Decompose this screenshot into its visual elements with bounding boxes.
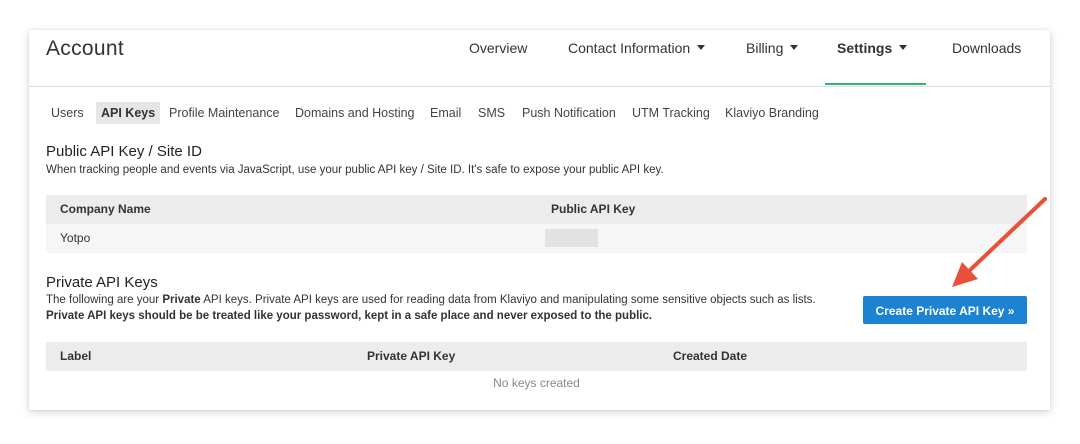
subnav-push-notification[interactable]: Push Notification [517, 102, 621, 124]
private-key-warning: Private API keys should be be treated li… [46, 310, 653, 322]
chevron-down-icon [899, 44, 908, 50]
public-key-table-header: Company Name Public API Key [46, 195, 1027, 224]
subnav-domains-and-hosting[interactable]: Domains and Hosting [290, 102, 420, 124]
subnav-api-keys[interactable]: API Keys [96, 102, 161, 124]
description-text: API keys. Private API keys are used for … [200, 294, 816, 306]
private-api-keys-title: Private API Keys [46, 274, 158, 291]
chevron-down-icon [697, 44, 706, 50]
subnav-profile-maintenance[interactable]: Profile Maintenance [164, 102, 284, 124]
account-settings-card: Account Overview Contact Information Bil… [29, 30, 1050, 410]
subnav-utm-tracking[interactable]: UTM Tracking [627, 102, 715, 124]
nav-billing-label: Billing [746, 40, 784, 56]
nav-billing[interactable]: Billing [746, 30, 799, 86]
create-private-api-key-button[interactable]: Create Private API Key » [863, 296, 1027, 324]
subnav-klaviyo-branding[interactable]: Klaviyo Branding [720, 102, 824, 124]
private-api-keys-description: The following are your Private API keys.… [46, 292, 866, 324]
description-emphasis: Private [162, 294, 201, 306]
nav-contact-information-label: Contact Information [568, 40, 691, 56]
company-name-cell: Yotpo [60, 231, 91, 245]
column-label: Label [60, 349, 92, 363]
subnav-sms[interactable]: SMS [473, 102, 510, 124]
active-tab-indicator [825, 83, 926, 85]
nav-contact-information[interactable]: Contact Information [568, 30, 706, 86]
subnav-email[interactable]: Email [425, 102, 466, 124]
redacted-public-api-key [545, 229, 598, 247]
page-title: Account [46, 37, 124, 60]
subnav-users[interactable]: Users [46, 102, 89, 124]
private-key-table-header: Label Private API Key Created Date [46, 342, 1027, 371]
nav-overview[interactable]: Overview [469, 30, 527, 86]
no-keys-message: No keys created [493, 376, 580, 390]
chevron-down-icon [790, 44, 799, 50]
column-created-date: Created Date [673, 349, 748, 363]
nav-downloads[interactable]: Downloads [952, 30, 1021, 86]
column-company-name: Company Name [60, 202, 151, 216]
public-api-key-description: When tracking people and events via Java… [46, 164, 664, 176]
public-api-key-title: Public API Key / Site ID [46, 143, 202, 160]
top-navigation-bar: Account Overview Contact Information Bil… [29, 30, 1050, 87]
nav-settings[interactable]: Settings [837, 30, 908, 86]
column-private-api-key: Private API Key [367, 349, 456, 363]
nav-settings-label: Settings [837, 40, 893, 56]
nav-downloads-label: Downloads [952, 40, 1022, 56]
nav-overview-label: Overview [469, 40, 528, 56]
column-public-api-key: Public API Key [551, 202, 636, 216]
description-text: The following are your [46, 294, 163, 306]
table-row: Yotpo [46, 224, 1027, 253]
